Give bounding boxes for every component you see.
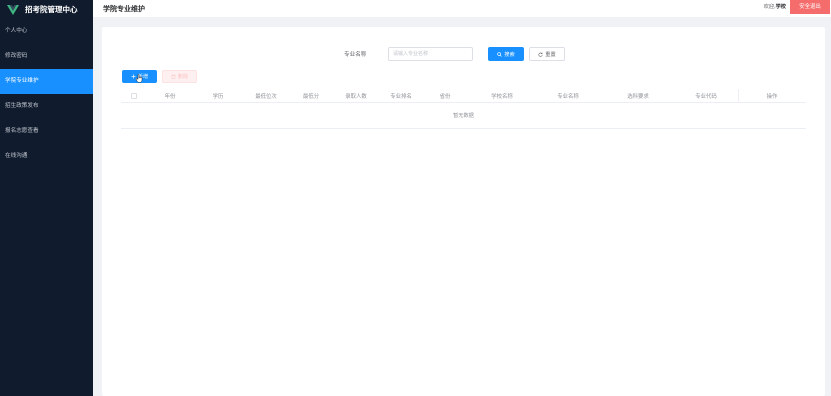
column-header-min-rank[interactable]: 最低位次 bbox=[255, 92, 277, 100]
select-all-checkbox[interactable] bbox=[131, 93, 137, 99]
column-header-education[interactable]: 学历 bbox=[213, 92, 224, 100]
column-header-major-code[interactable]: 专业代码 bbox=[695, 92, 717, 100]
pointer-cursor-icon bbox=[136, 74, 143, 83]
trash-icon bbox=[171, 74, 176, 79]
sidebar-item-admission-policy[interactable]: 招生政策发布 bbox=[0, 94, 93, 119]
search-button[interactable]: 搜索 bbox=[488, 47, 524, 61]
welcome-prefix: 欢迎, bbox=[763, 4, 776, 10]
search-label: 专业名称 bbox=[344, 52, 367, 58]
sidebar: 招考院管理中心 个人中心 修改密码 学院专业维护 招生政策发布 报名志愿查看 在… bbox=[0, 0, 93, 396]
column-header-province[interactable]: 省份 bbox=[440, 92, 451, 100]
topbar: 学院专业维护 欢迎,学校 安全退出 bbox=[93, 0, 831, 17]
column-header-actions: 操作 bbox=[766, 94, 778, 100]
column-header-school-name[interactable]: 学校名称 bbox=[491, 92, 513, 100]
reset-button-label: 重置 bbox=[545, 51, 556, 58]
data-table: 年份 学历 最低位次 最低分 录取人数 专业排名 省份 学校名称 专业名称 选科… bbox=[121, 88, 806, 129]
table-header: 年份 学历 最低位次 最低分 录取人数 专业排名 省份 学校名称 专业名称 选科… bbox=[121, 88, 806, 103]
delete-button-label: 删除 bbox=[177, 74, 189, 80]
sidebar-item-personal-center[interactable]: 个人中心 bbox=[0, 19, 93, 44]
sidebar-item-college-major[interactable]: 学院专业维护 bbox=[0, 69, 93, 94]
column-header-admitted-count[interactable]: 录取人数 bbox=[345, 92, 367, 100]
column-header-year[interactable]: 年份 bbox=[165, 92, 176, 100]
delete-button[interactable]: 删除 bbox=[162, 70, 197, 83]
column-header-major-name[interactable]: 专业名称 bbox=[557, 92, 579, 100]
search-icon bbox=[497, 51, 503, 57]
welcome-text: 欢迎,学校 bbox=[764, 0, 786, 14]
logout-button[interactable]: 安全退出 bbox=[790, 0, 830, 14]
app-title: 招考院管理中心 bbox=[25, 5, 78, 14]
search-button-label: 搜索 bbox=[504, 51, 515, 58]
refresh-icon bbox=[538, 52, 543, 57]
column-header-subject-requirement[interactable]: 选科要求 bbox=[627, 92, 649, 100]
column-divider bbox=[738, 89, 739, 103]
sidebar-item-change-password[interactable]: 修改密码 bbox=[0, 44, 93, 69]
username: 学校 bbox=[775, 4, 786, 10]
column-header-major-rank[interactable]: 专业排名 bbox=[390, 92, 412, 100]
page-title: 学院专业维护 bbox=[103, 4, 145, 13]
logo: 招考院管理中心 bbox=[0, 0, 93, 19]
search-input[interactable] bbox=[388, 47, 473, 61]
sidebar-item-online-chat[interactable]: 在线沟通 bbox=[0, 144, 93, 169]
vue-logo-icon bbox=[7, 4, 19, 15]
empty-state: 暂无数据 bbox=[121, 103, 806, 129]
sidebar-item-application-view[interactable]: 报名志愿查看 bbox=[0, 119, 93, 144]
search-bar: 专业名称 搜索 重置 bbox=[102, 47, 825, 61]
column-header-min-score[interactable]: 最低分 bbox=[303, 92, 319, 100]
main-content: 专业名称 搜索 重置 新增 删除 年份 学历 最低位次 最低分 录取人数 专业排… bbox=[102, 27, 825, 396]
sidebar-menu: 个人中心 修改密码 学院专业维护 招生政策发布 报名志愿查看 在线沟通 bbox=[0, 19, 93, 169]
reset-button[interactable]: 重置 bbox=[529, 47, 565, 61]
